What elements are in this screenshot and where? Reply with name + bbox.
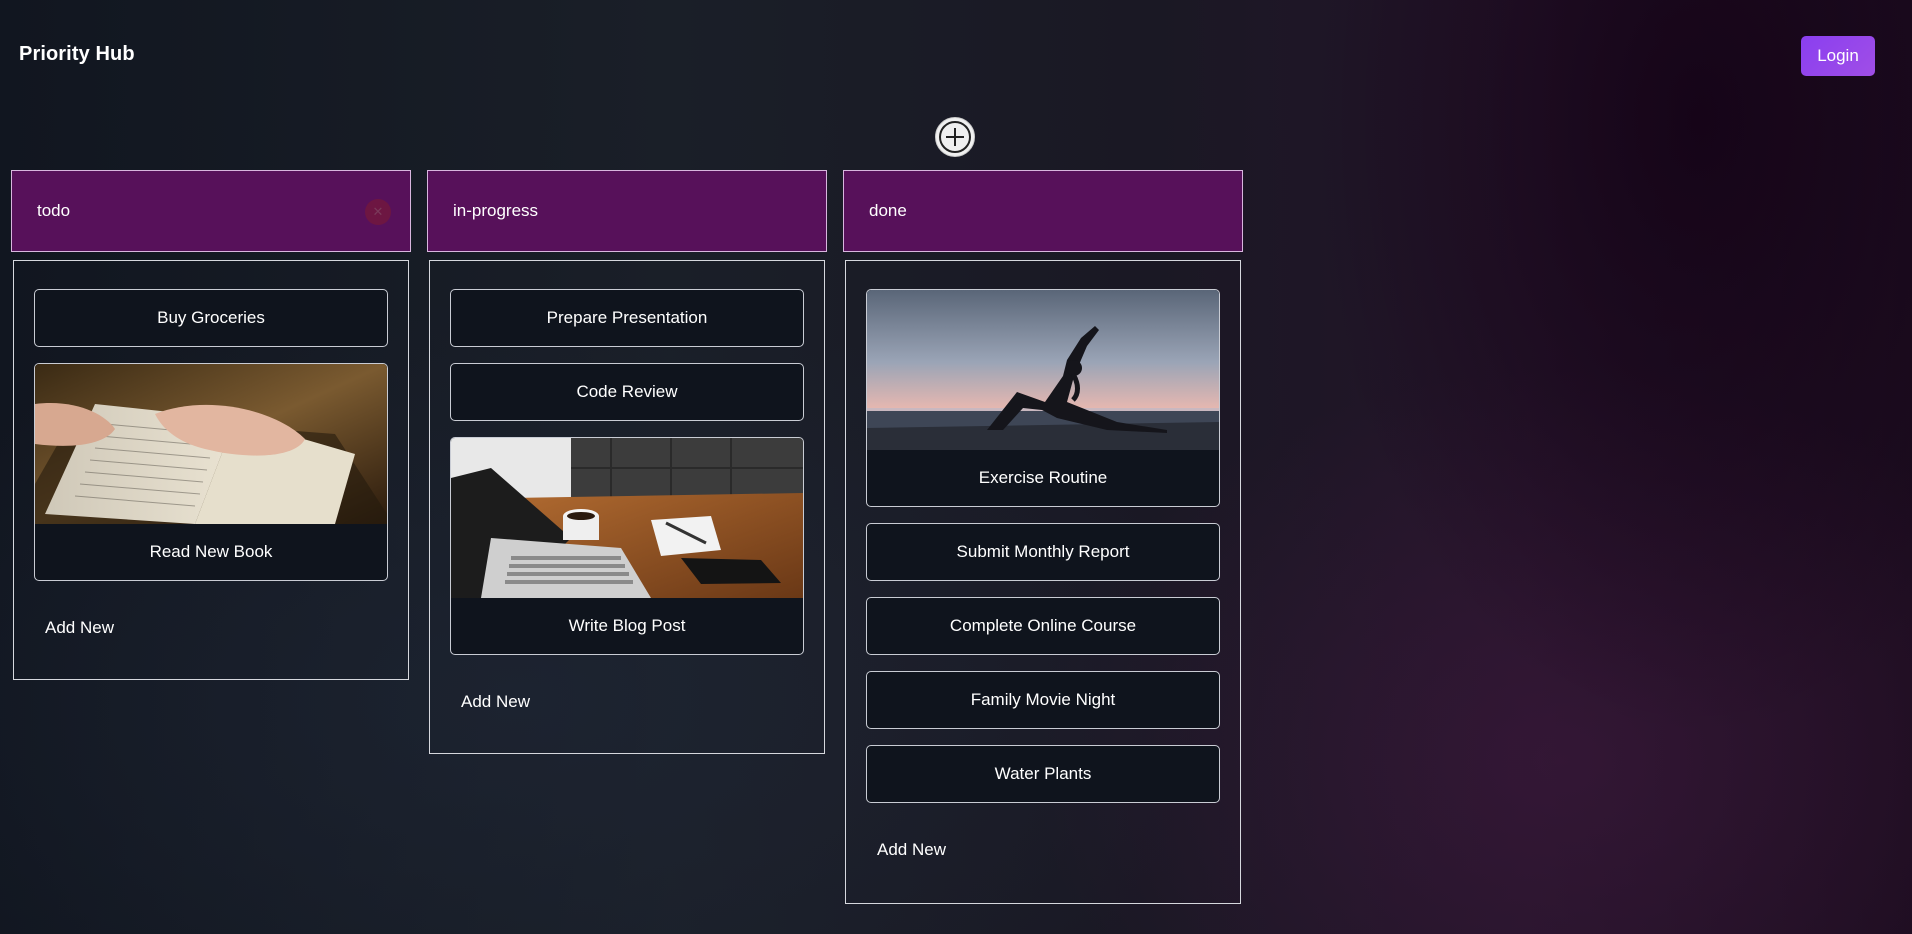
plus-circle-icon <box>939 121 971 153</box>
task-title: Buy Groceries <box>157 308 265 327</box>
column-done: done Exercise Routine Submit Monthly Rep… <box>843 170 1243 904</box>
task-title: Write Blog Post <box>568 616 686 635</box>
task-title: Submit Monthly Report <box>956 542 1130 561</box>
column-body: Buy Groceries Read New Book Add New <box>13 260 409 680</box>
task-title: Code Review <box>576 382 678 401</box>
task-title: Water Plants <box>994 764 1092 783</box>
task-card[interactable]: Buy Groceries <box>34 289 388 347</box>
task-card[interactable]: Read New Book <box>34 363 388 581</box>
column-in-progress: in-progress Prepare Presentation Code Re… <box>427 170 827 754</box>
task-card[interactable]: Submit Monthly Report <box>866 523 1220 581</box>
column-header: done <box>843 170 1243 252</box>
delete-column-button[interactable]: ✕ <box>365 199 391 225</box>
laptop-desk-photo <box>451 438 803 598</box>
column-body: Exercise Routine Submit Monthly Report C… <box>845 260 1241 904</box>
task-card[interactable]: Family Movie Night <box>866 671 1220 729</box>
book-photo <box>35 364 387 524</box>
task-card[interactable]: Exercise Routine <box>866 289 1220 507</box>
column-header: in-progress <box>427 170 827 252</box>
task-card[interactable]: Water Plants <box>866 745 1220 803</box>
column-body: Prepare Presentation Code Review Write B… <box>429 260 825 754</box>
column-todo: todo ✕ Buy Groceries Read New Book Add N… <box>11 170 411 680</box>
column-title: done <box>869 201 907 220</box>
task-title: Exercise Routine <box>978 468 1108 487</box>
close-icon: ✕ <box>372 204 384 219</box>
task-card[interactable]: Complete Online Course <box>866 597 1220 655</box>
add-new-button[interactable]: Add New <box>45 618 114 638</box>
login-button[interactable]: Login <box>1801 36 1875 76</box>
task-title: Complete Online Course <box>949 616 1137 635</box>
column-title: todo <box>37 201 71 220</box>
yoga-sunset-photo <box>867 290 1219 450</box>
task-title: Family Movie Night <box>970 690 1116 709</box>
task-card[interactable]: Prepare Presentation <box>450 289 804 347</box>
task-title: Prepare Presentation <box>546 308 708 327</box>
task-card[interactable]: Write Blog Post <box>450 437 804 655</box>
add-column-button[interactable] <box>935 117 975 157</box>
brand-title: Priority Hub <box>19 43 135 65</box>
column-header: todo ✕ <box>11 170 411 252</box>
add-new-button[interactable]: Add New <box>461 692 530 712</box>
task-title: Read New Book <box>149 542 273 561</box>
task-card[interactable]: Code Review <box>450 363 804 421</box>
column-title: in-progress <box>453 201 539 220</box>
add-new-button[interactable]: Add New <box>877 840 946 860</box>
